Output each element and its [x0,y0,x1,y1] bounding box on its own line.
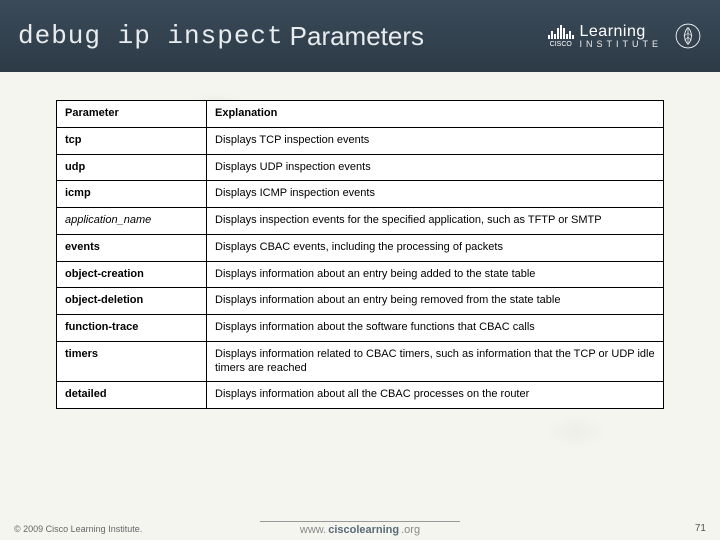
param-cell: function-trace [57,315,207,342]
parameters-table: Parameter Explanation tcpDisplays TCP in… [56,100,664,409]
footer-url: www.ciscolearning.org [260,521,460,536]
col-header-parameter: Parameter [57,101,207,128]
explanation-cell: Displays UDP inspection events [207,154,664,181]
cisco-brand-text: CISCO [550,41,572,48]
cisco-bars-icon [548,25,574,39]
explanation-cell: Displays information about all the CBAC … [207,382,664,409]
title-text-part: Parameters [290,21,424,52]
param-cell: application_name [57,208,207,235]
param-cell: detailed [57,382,207,409]
col-header-explanation: Explanation [207,101,664,128]
logo-learning-text: Learning [580,24,663,40]
page-number: 71 [695,523,706,534]
param-cell: udp [57,154,207,181]
table-row: timersDisplays information related to CB… [57,341,664,382]
param-cell: events [57,234,207,261]
param-cell: object-deletion [57,288,207,315]
table-header-row: Parameter Explanation [57,101,664,128]
title-code-part: debug ip inspect [18,21,284,51]
logo-institute-text: INSTITUTE [580,40,663,49]
param-cell: icmp [57,181,207,208]
explanation-cell: Displays TCP inspection events [207,127,664,154]
explanation-cell: Displays CBAC events, including the proc… [207,234,664,261]
explanation-cell: Displays information related to CBAC tim… [207,341,664,382]
explanation-cell: Displays inspection events for the speci… [207,208,664,235]
table-row: eventsDisplays CBAC events, including th… [57,234,664,261]
param-cell: timers [57,341,207,382]
table-row: detailedDisplays information about all t… [57,382,664,409]
url-mid: ciscolearning [328,524,399,536]
leaf-icon [674,22,702,50]
copyright-text: © 2009 Cisco Learning Institute. [14,524,142,534]
slide-footer: © 2009 Cisco Learning Institute. www.cis… [0,523,720,534]
cisco-learning-logo: CISCO Learning INSTITUTE [548,22,702,50]
cisco-logo-mark: CISCO [548,25,574,48]
table-row: application_nameDisplays inspection even… [57,208,664,235]
param-cell: tcp [57,127,207,154]
slide-header: debug ip inspect Parameters CISCO Learni… [0,0,720,72]
table-row: function-traceDisplays information about… [57,315,664,342]
table-row: tcpDisplays TCP inspection events [57,127,664,154]
slide-content: Parameter Explanation tcpDisplays TCP in… [0,72,720,409]
url-www: www. [300,524,326,536]
table-row: object-creationDisplays information abou… [57,261,664,288]
table-row: udpDisplays UDP inspection events [57,154,664,181]
table-row: icmpDisplays ICMP inspection events [57,181,664,208]
explanation-cell: Displays information about an entry bein… [207,261,664,288]
explanation-cell: Displays information about an entry bein… [207,288,664,315]
explanation-cell: Displays ICMP inspection events [207,181,664,208]
url-org: .org [401,524,420,536]
table-row: object-deletionDisplays information abou… [57,288,664,315]
param-cell: object-creation [57,261,207,288]
explanation-cell: Displays information about the software … [207,315,664,342]
